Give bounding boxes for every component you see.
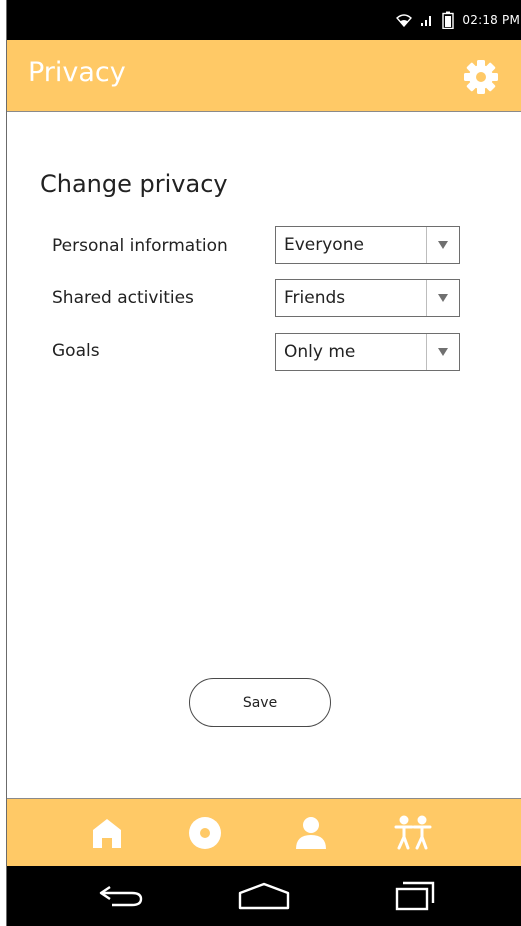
settings-button[interactable] [462,58,500,96]
system-nav-bar [7,866,521,926]
system-home-button[interactable] [234,876,294,916]
nav-profile-button[interactable] [289,811,333,855]
dropdown-arrow-icon [426,334,459,370]
nav-home-button[interactable] [85,811,129,855]
page-title: Privacy [28,57,126,88]
dropdown-arrow-icon [426,280,459,316]
people-icon [394,815,432,850]
bottom-nav [7,798,521,866]
home-icon [93,819,121,848]
home-outline-icon [238,882,290,910]
wifi-icon [396,14,413,27]
back-icon [99,886,143,907]
system-back-button[interactable] [91,876,151,916]
system-recents-button[interactable] [385,876,445,916]
goals-select[interactable]: Only me [275,333,460,371]
shared-activities-select[interactable]: Friends [275,279,460,317]
status-icons: 02:18 PM [396,0,520,40]
section-heading: Change privacy [40,170,228,198]
dropdown-arrow-icon [426,227,459,263]
save-button[interactable]: Save [189,678,331,727]
app-screen: 02:18 PM Privacy Change privacy Personal… [6,0,521,926]
status-time: 02:18 PM [462,13,520,27]
nav-activity-button[interactable] [183,811,227,855]
personal-info-label: Personal information [52,236,228,256]
shared-activities-label: Shared activities [52,288,194,308]
select-value: Only me [284,342,356,362]
battery-icon [442,11,455,29]
person-icon [296,817,326,849]
personal-info-select[interactable]: Everyone [275,226,460,264]
circle-icon [189,817,221,849]
privacy-content: Change privacy Personal information Ever… [7,112,521,798]
goals-label: Goals [52,341,100,361]
gear-icon [464,60,498,94]
select-value: Everyone [284,235,364,255]
select-value: Friends [284,288,346,308]
nav-community-button[interactable] [391,811,435,855]
signal-icon [421,16,432,26]
recents-icon [395,881,435,911]
status-bar: 02:18 PM [7,0,521,40]
app-bar: Privacy [7,40,521,112]
